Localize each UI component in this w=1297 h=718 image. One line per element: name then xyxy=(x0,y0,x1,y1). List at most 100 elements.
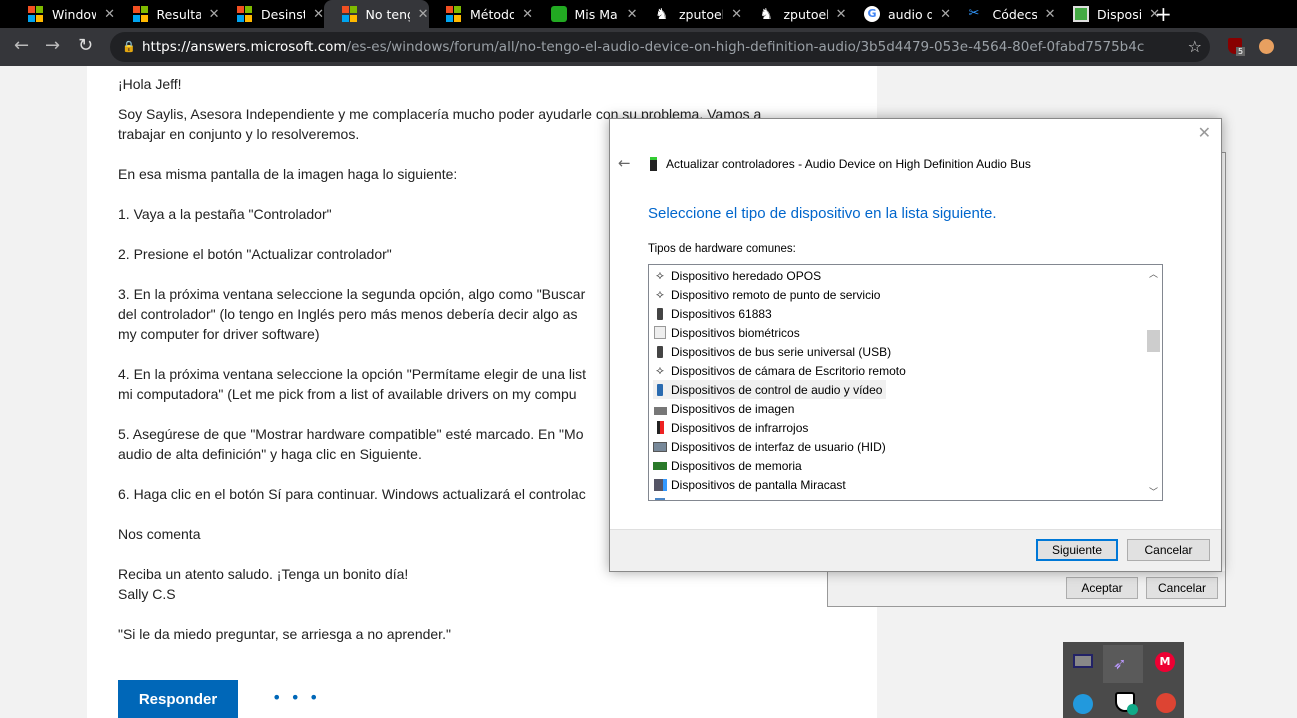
cancel-button[interactable]: Cancelar xyxy=(1146,577,1218,599)
dialog-title: Actualizar controladores - Audio Device … xyxy=(666,157,1031,171)
list-item[interactable]: Dispositivos de pantalla Miracast xyxy=(653,475,850,494)
list-item[interactable]: Dispositivos de memoria xyxy=(653,456,806,475)
feather-icon[interactable]: ➶ xyxy=(1113,654,1133,674)
scroll-down-icon[interactable]: ﹀ xyxy=(1149,485,1158,498)
close-tab-icon[interactable]: ✕ xyxy=(627,7,638,22)
close-tab-icon[interactable]: ✕ xyxy=(418,7,429,22)
address-bar-row: ← → ↻ 🔒 https://answers.microsoft.com/es… xyxy=(0,28,1297,66)
extension-icon[interactable] xyxy=(1259,39,1274,54)
green-app-icon xyxy=(550,6,567,22)
tab-title: Códecs xyxy=(992,6,1037,22)
tab[interactable]: Desinstalar ✕ xyxy=(219,0,324,28)
tab-title: Dispositivos xyxy=(1097,6,1142,22)
tab[interactable]: Resultados ✕ xyxy=(115,0,220,28)
list-item[interactable]: Dispositivos de bus serie universal (USB… xyxy=(653,342,895,361)
scroll-up-icon[interactable]: ︿ xyxy=(1149,267,1158,280)
list-item[interactable]: Dispositivos de infrarrojos xyxy=(653,418,812,437)
tab-title: zputoel xyxy=(783,6,828,22)
dialog-heading: Seleccione el tipo de dispositivo en la … xyxy=(648,205,997,222)
post-text-line: "Si le da miedo preguntar, se arriesga a… xyxy=(118,626,451,642)
reply-button[interactable]: Responder xyxy=(118,680,238,718)
list-item-label: Dispositivos de memoria xyxy=(671,458,802,473)
more-options-button[interactable]: • • • xyxy=(272,688,320,707)
post-text-line: 1. Vaya a la pestaña "Controlador" xyxy=(118,206,332,222)
list-item-label: Dispositivos de imagen xyxy=(671,401,795,416)
close-tab-icon[interactable]: ✕ xyxy=(522,7,533,22)
close-tab-icon[interactable]: ✕ xyxy=(731,7,742,22)
back-arrow-icon[interactable]: ← xyxy=(618,154,631,172)
bookmark-star-icon[interactable]: ☆ xyxy=(1188,32,1202,62)
list-label: Tipos de hardware comunes: xyxy=(648,243,796,255)
close-tab-icon[interactable]: ✕ xyxy=(1045,7,1056,22)
tab[interactable]: ✂ Códecs ✕ xyxy=(951,0,1056,28)
tab[interactable]: Método ✕ xyxy=(428,0,533,28)
cancel-button[interactable]: Cancelar xyxy=(1127,539,1210,561)
keyboard-icon xyxy=(653,440,667,454)
codec-icon: ✂ xyxy=(968,6,980,21)
list-item-label: Dispositivos biométricos xyxy=(671,325,800,340)
close-icon[interactable]: ✕ xyxy=(1198,123,1211,142)
hardware-type-list[interactable]: ⟡ Dispositivo heredado OPOS ⟡ Dispositivo r… xyxy=(648,264,1163,501)
list-item-label: Dispositivo heredado OPOS xyxy=(671,268,822,283)
tab[interactable]: Mis Ma ✕ xyxy=(533,0,638,28)
post-text-line: 6. Haga clic en el botón Sí para continu… xyxy=(118,486,586,502)
scrollbar-thumb[interactable] xyxy=(1147,330,1160,352)
post-text-line: del controlador" (lo tengo en Inglés per… xyxy=(118,306,578,322)
mega-icon[interactable]: M xyxy=(1155,652,1175,672)
ccleaner-icon[interactable] xyxy=(1156,693,1176,713)
list-item[interactable]: Dispositivos 61883 xyxy=(653,304,776,323)
close-tab-icon[interactable]: ✕ xyxy=(836,7,847,22)
ublock-icon[interactable]: 5 xyxy=(1228,38,1246,56)
list-item-partial[interactable] xyxy=(653,494,675,500)
pos-device-icon: ⟡ xyxy=(656,268,664,282)
lock-icon: 🔒 xyxy=(122,40,136,53)
list-item[interactable]: Dispositivos de imagen xyxy=(653,399,798,418)
post-text-line: 4. En la próxima ventana seleccione la o… xyxy=(118,366,587,382)
back-icon[interactable]: ← xyxy=(14,35,29,56)
device-icon xyxy=(650,157,657,171)
post-text-line: mi computadora" (Let me pick from a list… xyxy=(118,386,577,402)
list-item-label: Dispositivos de cámara de Escritorio rem… xyxy=(671,363,906,378)
url-input[interactable]: 🔒 https://answers.microsoft.com/es-es/wi… xyxy=(110,32,1210,62)
list-item[interactable]: Dispositivos biométricos xyxy=(653,323,804,342)
system-tray-overflow: ➶ M xyxy=(1063,642,1184,718)
post-text-line: 3. En la próxima ventana seleccione la s… xyxy=(118,286,586,302)
post-text-line: 5. Asegúrese de que "Mostrar hardware co… xyxy=(118,426,584,442)
tab-title: No tengo xyxy=(365,6,410,22)
tab[interactable]: ♞ zputoel ✕ xyxy=(742,0,847,28)
ok-button[interactable]: Aceptar xyxy=(1066,577,1138,599)
list-item-label: Dispositivos 61883 xyxy=(671,306,772,321)
post-text-line: En esa misma pantalla de la imagen haga … xyxy=(118,166,458,182)
close-tab-icon[interactable]: ✕ xyxy=(104,7,115,22)
tab[interactable]: ♞ zputoel ✕ xyxy=(637,0,742,28)
list-item[interactable]: Dispositivos de interfaz de usuario (HID… xyxy=(653,437,890,456)
close-tab-icon[interactable]: ✕ xyxy=(209,7,220,22)
list-item-label: Dispositivos de control de audio y vídeo xyxy=(671,382,883,397)
tab-title: Desinstalar xyxy=(261,6,305,22)
list-scrollbar[interactable]: ︿ ﹀ xyxy=(1145,265,1162,500)
defender-icon[interactable] xyxy=(1115,692,1138,715)
close-tab-icon[interactable]: ✕ xyxy=(940,7,951,22)
tab[interactable]: Dispositivos✕ xyxy=(1055,0,1160,28)
display-icon[interactable] xyxy=(1073,654,1093,668)
pos-device-icon: ⟡ xyxy=(656,287,664,301)
tab-title: Mis Ma xyxy=(574,6,618,22)
new-tab-button[interactable]: + xyxy=(1155,2,1172,26)
forward-icon[interactable]: → xyxy=(45,35,60,56)
post-text-line: my computer for driver software) xyxy=(118,326,320,342)
list-item-label: Dispositivos de infrarrojos xyxy=(671,420,809,435)
reload-icon[interactable]: ↻ xyxy=(78,35,93,56)
list-item[interactable]: ⟡ Dispositivo remoto de punto de servicio xyxy=(653,285,884,304)
url-path: /es-es/windows/forum/all/no-tengo-el-aud… xyxy=(346,39,1145,55)
tab[interactable]: Gaudio d ✕ xyxy=(846,0,951,28)
next-button[interactable]: Siguiente xyxy=(1036,539,1118,561)
usb-plug-icon xyxy=(653,307,667,321)
list-item[interactable]: Dispositivos de control de audio y vídeo xyxy=(653,380,887,399)
tab[interactable]: Windows ✕ xyxy=(10,0,115,28)
tab[interactable]: No tengo ✕ xyxy=(323,0,429,28)
tab-title: Método xyxy=(470,6,515,22)
close-tab-icon[interactable]: ✕ xyxy=(313,7,324,22)
network-app-icon[interactable] xyxy=(1073,694,1093,714)
list-item[interactable]: ⟡ Dispositivo heredado OPOS xyxy=(653,266,825,285)
list-item[interactable]: ⟡ Dispositivos de cámara de Escritorio re… xyxy=(653,361,910,380)
